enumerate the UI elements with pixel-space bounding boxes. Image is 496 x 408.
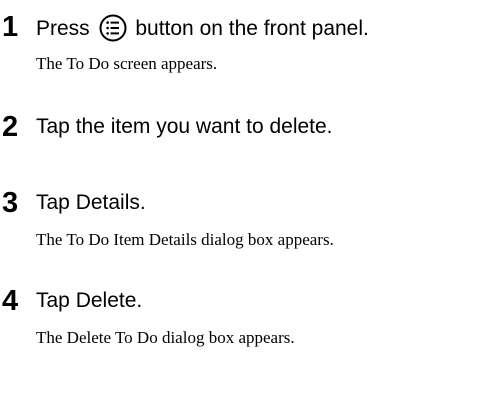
step-result: The Delete To Do dialog box appears.	[36, 328, 295, 347]
step-instruction: Press button on the front panel.	[36, 14, 369, 42]
todo-list-icon	[99, 14, 127, 42]
instruction-text-after: button on the front panel.	[129, 17, 369, 40]
instruction-page: { "steps": [ { "number": "1", "instructi…	[0, 0, 496, 408]
step-result: The To Do screen appears.	[36, 54, 218, 73]
step-instruction: Tap the item you want to delete.	[36, 115, 333, 138]
instruction-text-before: Press	[36, 17, 96, 40]
step-number: 1	[2, 11, 19, 43]
step-instruction: Tap Delete.	[36, 289, 143, 312]
step-instruction: Tap Details.	[36, 191, 146, 214]
step-number: 4	[2, 285, 19, 317]
step-number: 2	[2, 111, 19, 143]
step-number: 3	[2, 187, 19, 219]
step-result: The To Do Item Details dialog box appear…	[36, 230, 334, 249]
